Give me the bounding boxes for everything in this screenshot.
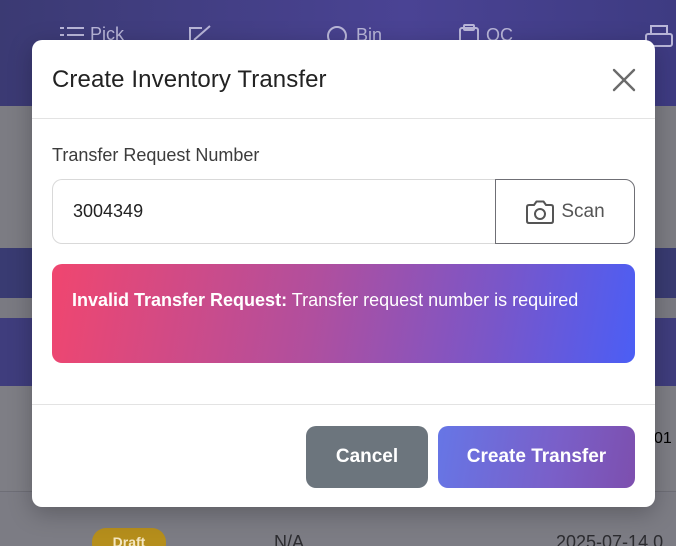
modal-footer: Cancel Create Transfer <box>32 404 655 507</box>
row-date: 2025-07-14 0 <box>556 532 664 546</box>
transfer-request-group: Scan <box>52 179 635 244</box>
alert-strong: Invalid Transfer Request: <box>72 290 288 310</box>
create-transfer-modal: Create Inventory Transfer Transfer Reque… <box>32 40 655 507</box>
cancel-button[interactable]: Cancel <box>306 426 428 488</box>
close-button[interactable] <box>610 66 638 94</box>
transfer-request-label: Transfer Request Number <box>52 145 260 165</box>
scan-button[interactable]: Scan <box>495 179 635 244</box>
scan-label: Scan <box>561 200 605 222</box>
create-transfer-button[interactable]: Create Transfer <box>438 426 635 488</box>
modal-title: Create Inventory Transfer <box>52 66 327 93</box>
status-badge: Draft <box>92 528 166 546</box>
error-alert: Invalid Transfer Request: Transfer reque… <box>52 264 635 363</box>
close-icon <box>612 68 636 92</box>
row-date: 01 <box>654 430 672 447</box>
row-reference: N/A <box>274 532 305 546</box>
transfer-request-input[interactable] <box>52 179 496 244</box>
modal-header: Create Inventory Transfer <box>32 40 655 119</box>
camera-icon <box>526 200 555 224</box>
alert-message: Transfer request number is required <box>291 290 579 310</box>
